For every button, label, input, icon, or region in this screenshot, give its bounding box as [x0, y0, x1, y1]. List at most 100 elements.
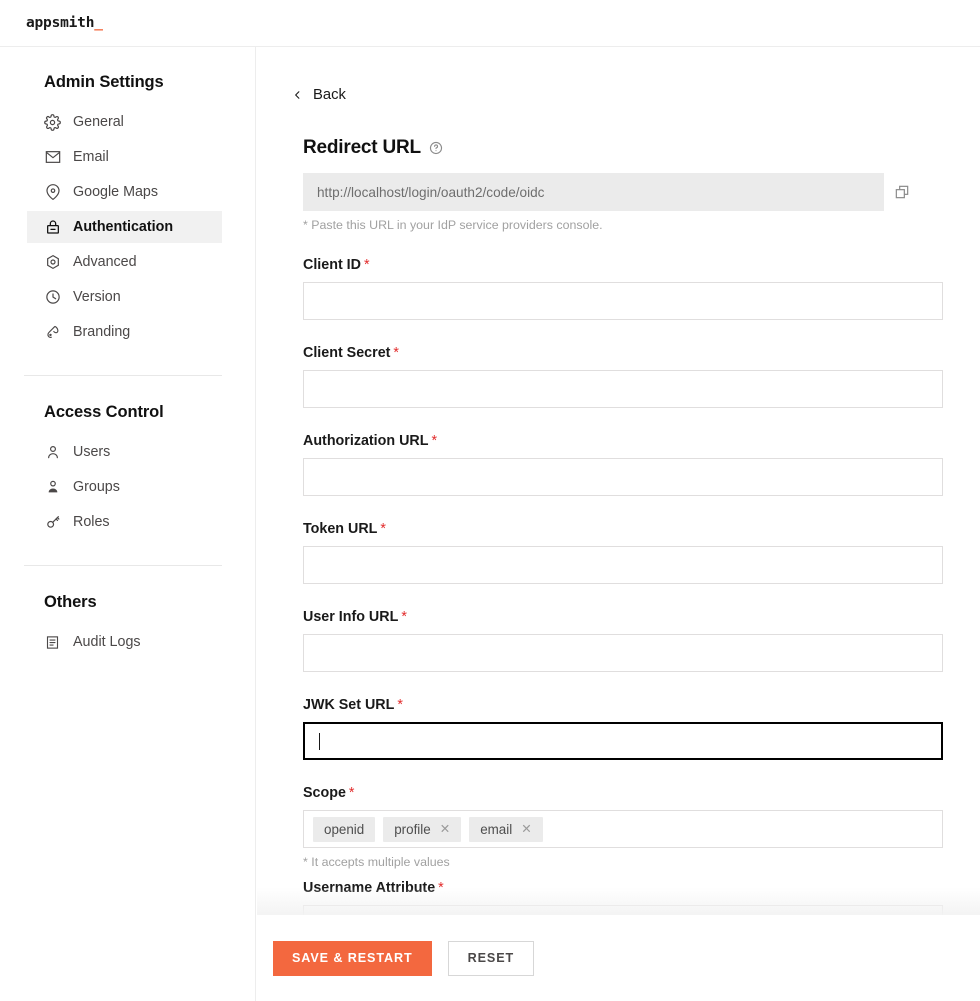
- field-label-text: Username Attribute: [303, 880, 435, 896]
- sidebar-item-email[interactable]: Email: [27, 141, 222, 173]
- required-asterisk: *: [349, 785, 355, 801]
- redirect-url-helper: * Paste this URL in your IdP service pro…: [303, 218, 920, 232]
- gear-icon: [44, 114, 61, 131]
- sidebar-item-audit-logs[interactable]: Audit Logs: [27, 626, 222, 658]
- app-header: appsmith_: [0, 0, 980, 47]
- tag-label: profile: [394, 822, 430, 837]
- client-secret-input[interactable]: [303, 370, 943, 408]
- logo-text: appsmith: [26, 15, 94, 31]
- sidebar-title-others: Others: [0, 593, 255, 612]
- sidebar-item-label: Authentication: [73, 220, 173, 234]
- sidebar-item-version[interactable]: Version: [27, 281, 222, 313]
- field-token-url: Token URL*: [303, 521, 920, 584]
- admin-settings-page: appsmith_ Admin Settings General: [0, 0, 980, 1001]
- main-content: Back Redirect URL http://localhost/login…: [257, 47, 980, 1001]
- sidebar-item-label: Branding: [73, 325, 130, 339]
- reset-button[interactable]: RESET: [448, 941, 535, 976]
- sidebar-item-label: Version: [73, 290, 121, 304]
- field-authorization-url: Authorization URL*: [303, 433, 920, 496]
- sidebar-item-label: Google Maps: [73, 185, 158, 199]
- envelope-icon: [44, 149, 61, 166]
- field-label: Authorization URL*: [303, 433, 920, 449]
- required-asterisk: *: [438, 880, 444, 896]
- username-attribute-input[interactable]: email: [303, 905, 943, 915]
- sidebar-item-advanced[interactable]: Advanced: [27, 246, 222, 278]
- field-label: User Info URL*: [303, 609, 920, 625]
- help-icon[interactable]: [429, 141, 443, 155]
- field-label: Client ID*: [303, 257, 920, 273]
- key-icon: [44, 514, 61, 531]
- sidebar-item-label: Advanced: [73, 255, 137, 269]
- client-id-input[interactable]: [303, 282, 943, 320]
- paint-brush-icon: [44, 324, 61, 341]
- sidebar-item-roles[interactable]: Roles: [27, 506, 222, 538]
- field-scope: Scope* openid profile ✕ email ✕: [303, 785, 920, 869]
- jwk-set-url-input[interactable]: [303, 722, 943, 760]
- required-asterisk: *: [397, 697, 403, 713]
- field-label-text: User Info URL: [303, 609, 398, 625]
- sidebar-title-access-control: Access Control: [0, 403, 255, 422]
- field-label: Token URL*: [303, 521, 920, 537]
- field-jwk-set-url: JWK Set URL*: [303, 697, 920, 760]
- required-asterisk: *: [364, 257, 370, 273]
- sidebar-item-general[interactable]: General: [27, 106, 222, 138]
- user-icon: [44, 444, 61, 461]
- back-label: Back: [313, 87, 346, 103]
- copy-icon[interactable]: [884, 173, 920, 211]
- sidebar-item-branding[interactable]: Branding: [27, 316, 222, 348]
- token-url-input[interactable]: [303, 546, 943, 584]
- field-label-text: JWK Set URL: [303, 697, 394, 713]
- field-client-id: Client ID*: [303, 257, 920, 320]
- scope-helper: * It accepts multiple values: [303, 855, 920, 869]
- sidebar-item-label: Users: [73, 445, 110, 459]
- remove-tag-icon[interactable]: ✕: [440, 823, 450, 836]
- field-label-text: Client Secret: [303, 345, 390, 361]
- authorization-url-input[interactable]: [303, 458, 943, 496]
- field-user-info-url: User Info URL*: [303, 609, 920, 672]
- settings-scroll-area[interactable]: Back Redirect URL http://localhost/login…: [257, 47, 980, 915]
- field-label: Client Secret*: [303, 345, 920, 361]
- chevron-left-icon: [292, 88, 303, 102]
- sidebar-item-label: Email: [73, 150, 109, 164]
- map-pin-icon: [44, 184, 61, 201]
- sidebar-divider-1: [24, 375, 222, 376]
- sidebar-item-label: Audit Logs: [73, 635, 141, 649]
- field-label-text: Client ID: [303, 257, 361, 273]
- sidebar-item-authentication[interactable]: Authentication: [27, 211, 222, 243]
- required-asterisk: *: [393, 345, 399, 361]
- user-info-url-input[interactable]: [303, 634, 943, 672]
- required-asterisk: *: [431, 433, 437, 449]
- appsmith-logo[interactable]: appsmith_: [26, 15, 103, 31]
- sidebar-item-users[interactable]: Users: [27, 436, 222, 468]
- field-username-attribute: Username Attribute* email * Name of the …: [303, 880, 920, 915]
- scope-tag[interactable]: openid: [313, 817, 375, 842]
- field-label: JWK Set URL*: [303, 697, 920, 713]
- back-button[interactable]: Back: [292, 87, 346, 103]
- tag-label: openid: [324, 822, 364, 837]
- scope-tag[interactable]: email ✕: [469, 817, 542, 842]
- field-client-secret: Client Secret*: [303, 345, 920, 408]
- remove-tag-icon[interactable]: ✕: [521, 823, 531, 836]
- clock-icon: [44, 289, 61, 306]
- required-asterisk: *: [380, 521, 386, 537]
- sidebar-title-admin-settings: Admin Settings: [0, 73, 255, 92]
- sidebar-group-others: Others Audit Logs: [0, 593, 255, 658]
- save-and-restart-button[interactable]: SAVE & RESTART: [273, 941, 432, 976]
- hex-gear-icon: [44, 254, 61, 271]
- scope-tags-input[interactable]: openid profile ✕ email ✕: [303, 810, 943, 848]
- scope-tag[interactable]: profile ✕: [383, 817, 461, 842]
- sidebar-item-google-maps[interactable]: Google Maps: [27, 176, 222, 208]
- field-label-text: Scope: [303, 785, 346, 801]
- sidebar-group-admin-settings: Admin Settings General Email: [0, 73, 255, 348]
- field-label-text: Token URL: [303, 521, 377, 537]
- sidebar: Admin Settings General Email: [0, 47, 256, 1001]
- lock-icon: [44, 219, 61, 236]
- document-list-icon: [44, 634, 61, 651]
- required-asterisk: *: [401, 609, 407, 625]
- form-action-bar: SAVE & RESTART RESET: [257, 915, 980, 1001]
- sidebar-item-groups[interactable]: Groups: [27, 471, 222, 503]
- page-title: Redirect URL: [303, 137, 421, 159]
- sidebar-item-label: Groups: [73, 480, 120, 494]
- page-title-row: Redirect URL: [303, 137, 920, 159]
- field-label-text: Authorization URL: [303, 433, 428, 449]
